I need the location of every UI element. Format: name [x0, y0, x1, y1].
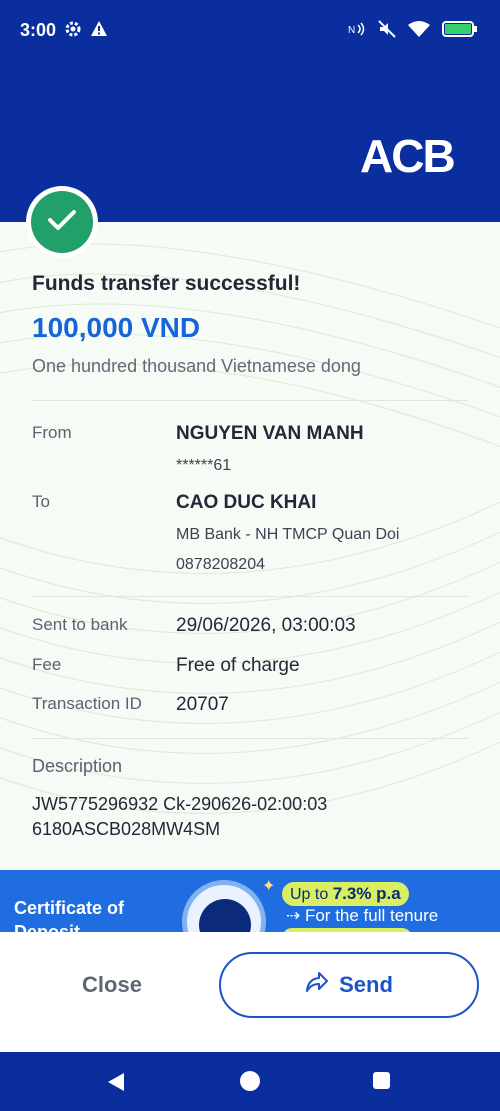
to-bank: MB Bank - NH TMCP Quan Doi [176, 526, 400, 543]
svg-text:ACB: ACB [360, 132, 454, 176]
promo-rate: Up to 7.3% p.a [282, 882, 409, 906]
gear-icon [64, 20, 82, 43]
from-name: NGUYEN VAN MANH [176, 423, 364, 444]
recents-icon[interactable] [373, 1072, 390, 1089]
nfc-icon: N [348, 21, 366, 42]
description-line-2: 6180ASCB028MW4SM [32, 819, 221, 839]
divider [32, 596, 468, 597]
fee-value: Free of charge [176, 655, 300, 676]
transaction-id-value: 20707 [176, 694, 229, 715]
battery-icon [442, 20, 478, 43]
transaction-id-label: Transaction ID [32, 694, 142, 713]
share-icon [305, 971, 329, 999]
mute-icon [378, 20, 396, 43]
send-label: Send [339, 972, 393, 997]
sent-to-bank-label: Sent to bank [32, 615, 128, 634]
to-account: 0878208204 [176, 556, 265, 573]
status-bar: 3:00 N [0, 0, 500, 62]
bottom-actions: Close Send [0, 932, 500, 1052]
home-icon[interactable] [240, 1071, 260, 1091]
deposit-coin-icon [182, 880, 266, 932]
warning-icon [90, 20, 108, 43]
from-account: ******61 [176, 457, 232, 474]
promo-title: Certificate of Deposit [14, 898, 125, 932]
success-title: Funds transfer successful! [32, 272, 301, 295]
from-label: From [32, 423, 72, 442]
sparkle-icon: ✦ [262, 878, 276, 895]
close-button[interactable]: Close [22, 952, 202, 1018]
acb-logo: ACB [360, 130, 470, 182]
divider [32, 738, 468, 739]
amount: 100,000 VND [32, 312, 201, 343]
send-button[interactable]: Send [219, 952, 479, 1018]
svg-text:N: N [348, 25, 355, 36]
system-nav-bar [0, 1052, 500, 1111]
sent-to-bank-value: 29/06/2026, 03:00:03 [176, 615, 356, 636]
status-time: 3:00 [20, 20, 57, 40]
checkmark-icon [47, 208, 77, 237]
description-label: Description [32, 756, 123, 776]
description-line-1: JW5775296932 Ck-290626-02:00:03 [32, 794, 328, 814]
to-name: CAO DUC KHAI [176, 492, 317, 513]
promo-tenure: ⇢ For the full tenure [286, 906, 439, 925]
divider [32, 400, 468, 401]
wifi-icon [408, 20, 430, 43]
success-badge [26, 186, 98, 258]
fee-label: Fee [32, 655, 62, 674]
amount-in-words: One hundred thousand Vietnamese dong [32, 356, 361, 376]
to-label: To [32, 492, 50, 511]
back-icon[interactable] [106, 1072, 126, 1097]
description-text: JW5775296932 Ck-290626-02:00:03 6180ASCB… [32, 792, 472, 842]
